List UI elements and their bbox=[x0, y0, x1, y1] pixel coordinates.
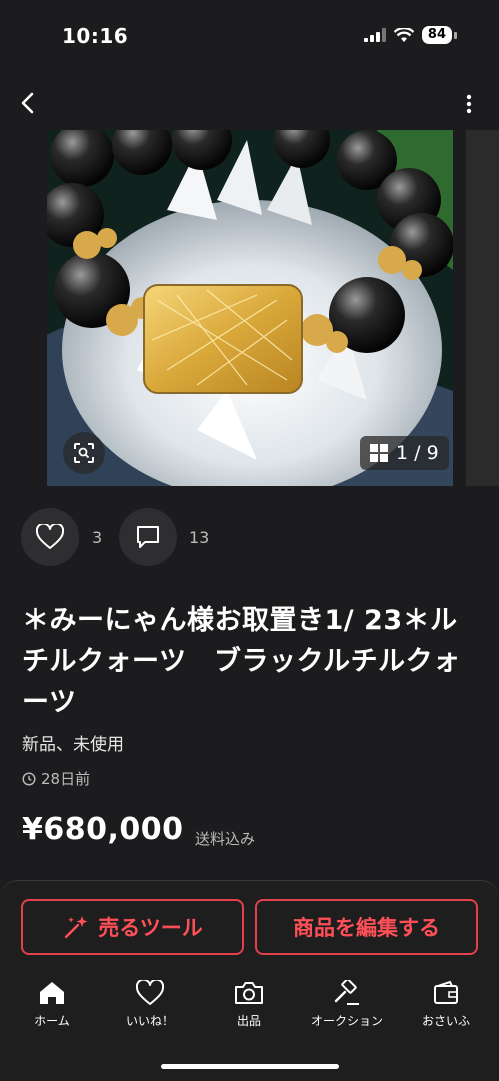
item-price: ¥680,000 bbox=[22, 812, 184, 847]
photo-counter-text: 1 / 9 bbox=[396, 442, 439, 464]
status-icons: 84 bbox=[363, 26, 457, 44]
image-search-button[interactable] bbox=[63, 432, 105, 474]
tab-wallet-label: おさいふ bbox=[421, 1014, 470, 1028]
posted-time: 28日前 bbox=[22, 768, 90, 789]
camera-icon bbox=[235, 982, 263, 1004]
scan-icon bbox=[74, 443, 94, 463]
next-photo-preview[interactable] bbox=[466, 130, 499, 486]
gavel-icon bbox=[334, 980, 359, 1005]
comment-button[interactable] bbox=[119, 508, 177, 566]
tab-likes-label: いいね！ bbox=[125, 1014, 174, 1028]
photo-counter[interactable]: 1 / 9 bbox=[360, 436, 449, 470]
more-options-icon[interactable] bbox=[461, 92, 477, 116]
tab-home-label: ホーム bbox=[34, 1014, 70, 1028]
like-button[interactable] bbox=[21, 508, 79, 566]
comment-count: 13 bbox=[189, 528, 210, 547]
tab-likes[interactable]: いいね！ bbox=[102, 980, 198, 1029]
signal-icon bbox=[363, 28, 386, 42]
battery-level: 84 bbox=[421, 26, 452, 44]
magic-wand-icon bbox=[65, 916, 88, 939]
edit-item-button[interactable]: 商品を編集する bbox=[255, 899, 478, 955]
clock-icon bbox=[22, 771, 36, 786]
item-condition: 新品、未使用 bbox=[22, 735, 124, 755]
tab-auction[interactable]: オークション bbox=[299, 980, 395, 1029]
home-indicator bbox=[161, 1064, 339, 1069]
back-icon[interactable] bbox=[14, 88, 44, 118]
heart-icon bbox=[36, 524, 64, 549]
tab-listing-label: 出品 bbox=[236, 1014, 261, 1028]
tab-home[interactable]: ホーム bbox=[4, 980, 100, 1029]
grid-icon bbox=[370, 444, 388, 462]
comment-icon bbox=[137, 526, 159, 548]
battery-tip bbox=[454, 31, 457, 39]
sell-tools-label: 売るツール bbox=[98, 916, 203, 940]
product-photo[interactable] bbox=[47, 130, 453, 486]
edit-item-label: 商品を編集する bbox=[293, 916, 440, 940]
home-icon bbox=[40, 982, 64, 1004]
wifi-icon bbox=[393, 27, 414, 42]
item-title: ＊みーにゃん様お取置き1/ 23＊ルチルクォーツ ブラックルチルクォーツ bbox=[22, 605, 461, 718]
like-count: 3 bbox=[92, 528, 103, 547]
product-image bbox=[47, 130, 453, 486]
shipping-info: 送料込み bbox=[195, 830, 256, 848]
wallet-icon bbox=[434, 980, 458, 1004]
tab-listing[interactable]: 出品 bbox=[201, 980, 297, 1029]
posted-time-text: 28日前 bbox=[41, 770, 91, 788]
status-time: 10:16 bbox=[62, 24, 129, 48]
tab-wallet[interactable]: おさいふ bbox=[398, 980, 494, 1029]
tab-auction-label: オークション bbox=[310, 1014, 383, 1028]
sell-tools-button[interactable]: 売るツール bbox=[21, 899, 244, 955]
heart-icon bbox=[136, 980, 164, 1005]
